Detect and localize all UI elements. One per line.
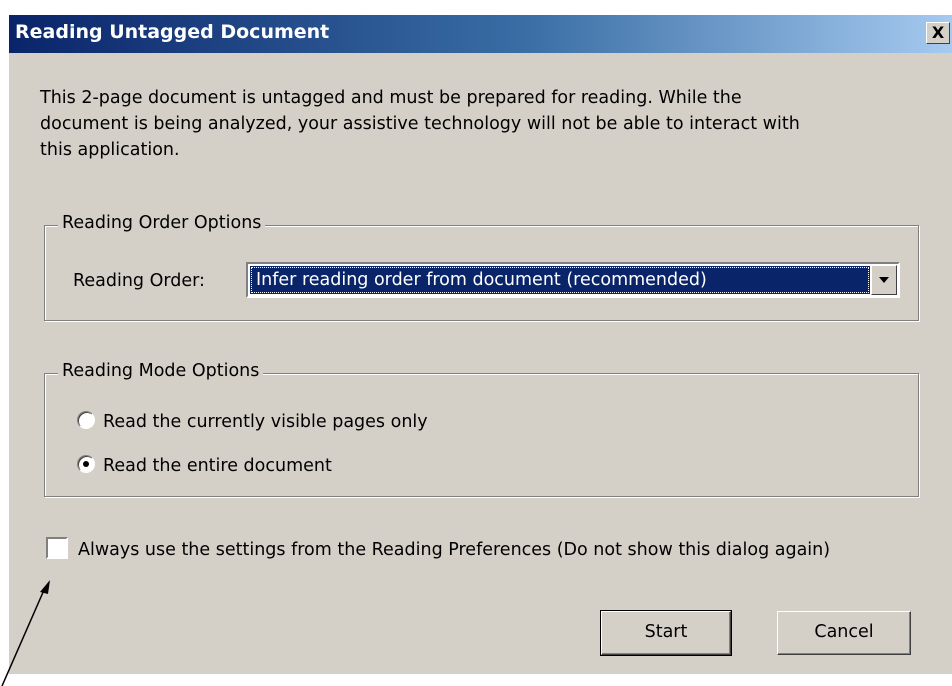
close-icon[interactable]: X bbox=[926, 22, 950, 44]
reading-order-groupbox: Reading Order Options Reading Order: Inf… bbox=[44, 213, 919, 321]
radio-label-visible-pages: Read the currently visible pages only bbox=[103, 412, 428, 432]
always-use-settings-row[interactable]: Always use the settings from the Reading… bbox=[46, 537, 831, 560]
radio-button-entire-document[interactable] bbox=[77, 455, 95, 473]
intro-line: this application. bbox=[40, 140, 180, 160]
intro-line: document is being analyzed, your assisti… bbox=[40, 114, 800, 134]
reading-order-dropdown[interactable]: Infer reading order from document (recom… bbox=[246, 262, 900, 298]
reading-order-selected-value[interactable]: Infer reading order from document (recom… bbox=[250, 266, 870, 294]
always-use-settings-label: Always use the settings from the Reading… bbox=[78, 540, 831, 560]
reading-mode-groupbox: Reading Mode Options Read the currently … bbox=[44, 361, 919, 497]
radio-entire-document[interactable]: Read the entire document bbox=[77, 455, 332, 476]
always-use-settings-checkbox[interactable] bbox=[46, 537, 68, 559]
radio-label-entire-document: Read the entire document bbox=[103, 456, 332, 476]
start-button[interactable]: Start bbox=[600, 610, 732, 656]
reading-order-legend: Reading Order Options bbox=[58, 213, 266, 233]
dialog-title: Reading Untagged Document bbox=[15, 21, 330, 43]
chevron-down-icon[interactable] bbox=[871, 265, 897, 295]
reading-untagged-dialog: Reading Untagged Document X This 2-page … bbox=[8, 14, 952, 674]
reading-order-label: Reading Order: bbox=[73, 271, 205, 291]
intro-line: This 2-page document is untagged and mus… bbox=[40, 88, 742, 108]
title-bar[interactable]: Reading Untagged Document X bbox=[9, 15, 952, 53]
radio-visible-pages[interactable]: Read the currently visible pages only bbox=[77, 411, 428, 432]
intro-message: This 2-page document is untagged and mus… bbox=[40, 85, 900, 163]
reading-mode-legend: Reading Mode Options bbox=[58, 361, 264, 381]
radio-button-visible-pages[interactable] bbox=[77, 411, 95, 429]
cancel-button[interactable]: Cancel bbox=[777, 611, 911, 655]
